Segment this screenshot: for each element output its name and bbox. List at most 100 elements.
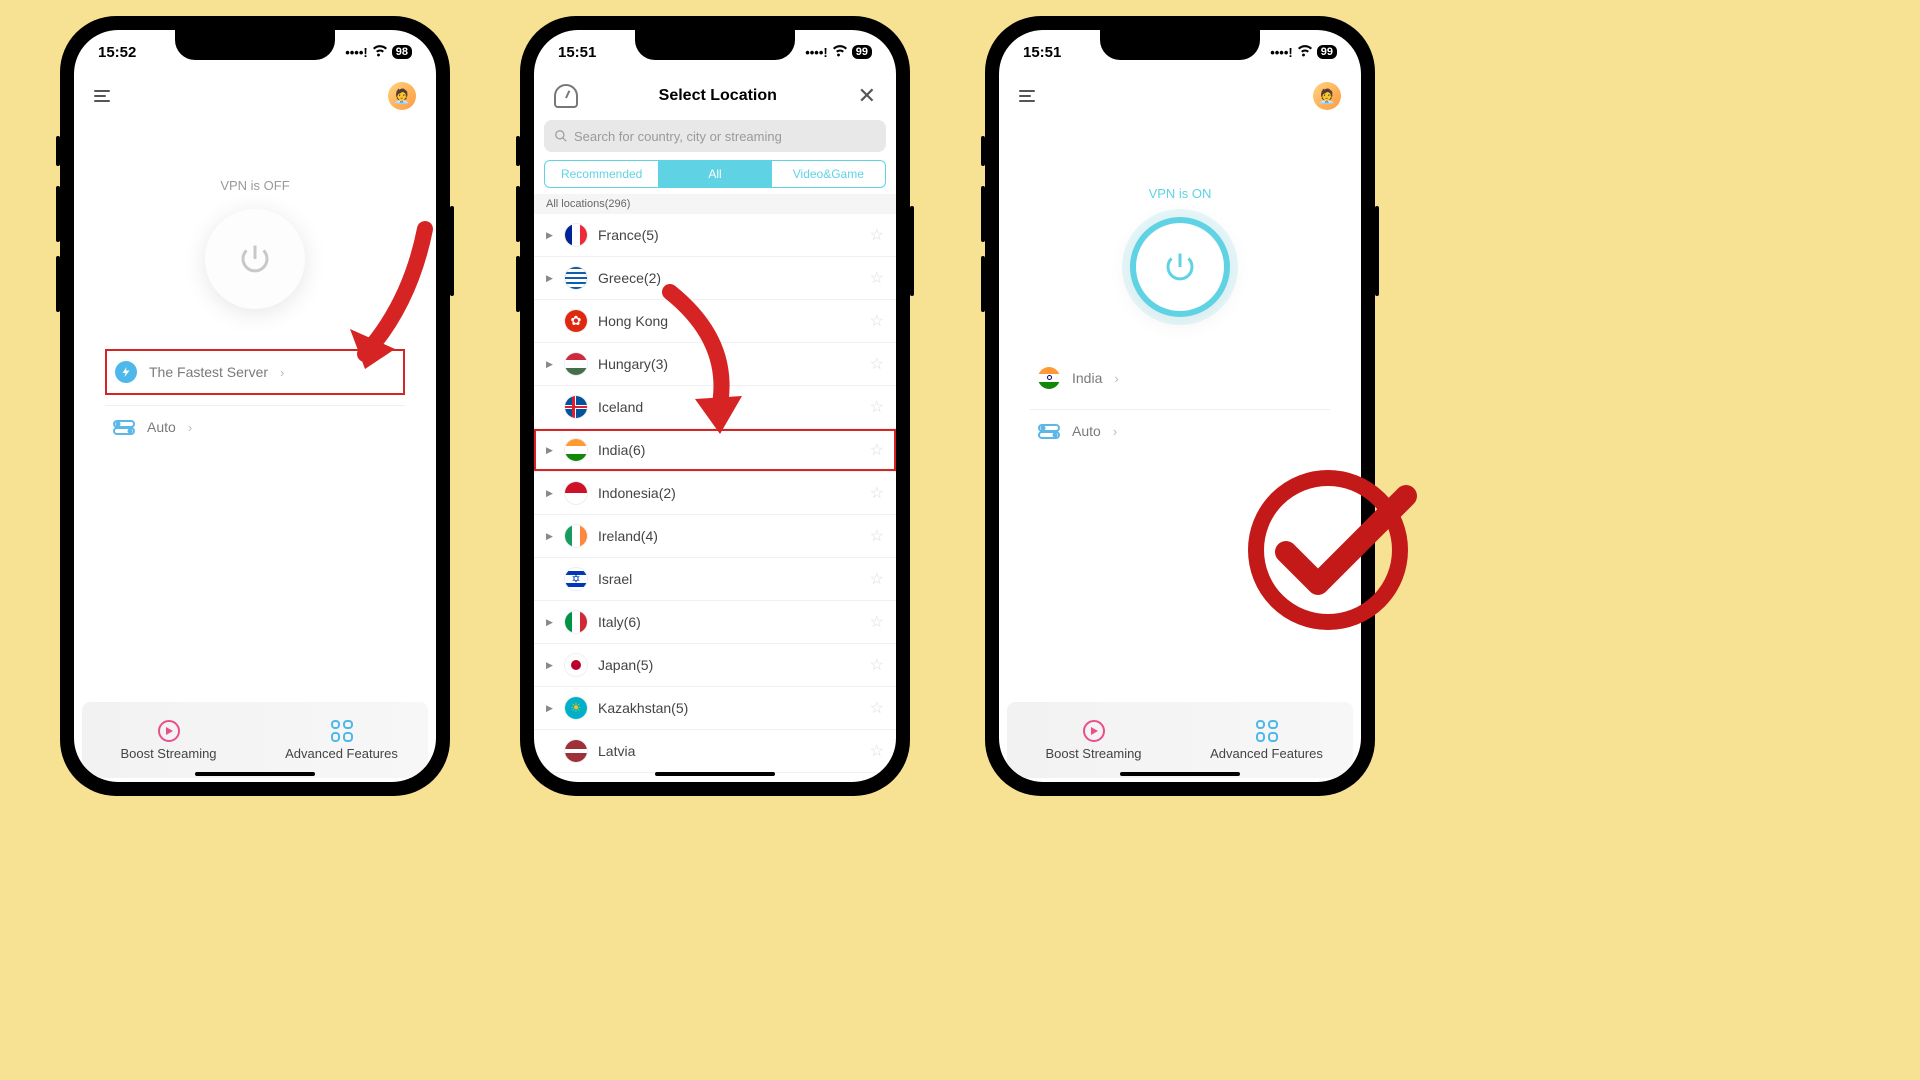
wifi-icon [832, 45, 848, 60]
vpn-status-label: VPN is ON [1149, 186, 1212, 201]
expand-caret-icon: ▶ [546, 445, 554, 456]
expand-caret-icon: ▶ [546, 660, 554, 671]
favorite-star-icon[interactable]: ☆ [870, 741, 884, 761]
favorite-star-icon[interactable]: ☆ [870, 225, 884, 245]
menu-icon[interactable] [1019, 90, 1035, 102]
advanced-features-button[interactable]: Advanced Features [255, 702, 428, 778]
server-label: India [1072, 370, 1102, 386]
server-label: The Fastest Server [149, 364, 268, 380]
favorite-star-icon[interactable]: ☆ [870, 483, 884, 503]
expand-caret-icon: ▶ [546, 703, 554, 714]
signal-icon: ••••! [345, 45, 368, 60]
location-name: India(6) [598, 442, 645, 458]
favorite-star-icon[interactable]: ☆ [870, 268, 884, 288]
location-row-latvia[interactable]: Latvia ☆ [534, 730, 896, 773]
page-title: Select Location [659, 87, 777, 105]
speed-test-icon[interactable] [554, 84, 578, 108]
favorite-star-icon[interactable]: ☆ [870, 354, 884, 374]
play-icon [1083, 720, 1105, 742]
home-indicator [195, 772, 315, 776]
power-button[interactable] [1130, 217, 1230, 317]
tab-all[interactable]: All [658, 161, 771, 187]
home-indicator [655, 772, 775, 776]
location-row-kazakhstan[interactable]: ▶☀Kazakhstan(5)☆ [534, 687, 896, 730]
vpn-status-label: VPN is OFF [220, 178, 289, 193]
auto-label: Auto [147, 419, 176, 435]
notch [635, 30, 795, 60]
app-header: 🧑‍💼 [74, 74, 436, 118]
favorite-star-icon[interactable]: ☆ [870, 440, 884, 460]
power-side-button [450, 206, 454, 296]
auto-row[interactable]: Auto › [105, 406, 405, 448]
status-icons: ••••! 98 [345, 45, 412, 60]
location-row-indonesia[interactable]: ▶Indonesia(2)☆ [534, 472, 896, 515]
favorite-star-icon[interactable]: ☆ [870, 655, 884, 675]
annotation-checkmark [1238, 460, 1418, 640]
location-row-italy[interactable]: ▶Italy(6)☆ [534, 601, 896, 644]
annotation-arrow-2 [640, 274, 760, 454]
chevron-right-icon: › [188, 420, 192, 435]
menu-icon[interactable] [94, 90, 110, 102]
expand-caret-icon: ▶ [546, 359, 554, 370]
favorite-star-icon[interactable]: ☆ [870, 612, 884, 632]
latvia-flag-icon [564, 739, 588, 763]
clock: 15:52 [98, 44, 136, 61]
boost-streaming-button[interactable]: Boost Streaming [1007, 702, 1180, 778]
favorite-star-icon[interactable]: ☆ [870, 526, 884, 546]
location-name: Latvia [598, 743, 635, 759]
screen-1: 15:52 ••••! 98 🧑‍💼 VPN is OFF The [74, 30, 436, 782]
power-icon [1162, 249, 1198, 285]
advanced-features-button[interactable]: Advanced Features [1180, 702, 1353, 778]
play-icon [158, 720, 180, 742]
hungary-flag-icon [564, 352, 588, 376]
location-row-ireland[interactable]: ▶Ireland(4)☆ [534, 515, 896, 558]
tab-video-game[interactable]: Video&Game [772, 161, 885, 187]
location-name: Japan(5) [598, 657, 653, 673]
app-header: Select Location ✕ [534, 74, 896, 118]
battery-badge: 98 [392, 45, 412, 59]
favorite-star-icon[interactable]: ☆ [870, 569, 884, 589]
favorite-star-icon[interactable]: ☆ [870, 397, 884, 417]
volume-down [56, 256, 60, 312]
auto-toggle-icon [113, 416, 135, 438]
status-icons: ••••! 99 [805, 45, 872, 60]
power-button[interactable] [205, 209, 305, 309]
power-side-button [910, 206, 914, 296]
avatar[interactable]: 🧑‍💼 [388, 82, 416, 110]
volume-down [516, 256, 520, 312]
search-input[interactable]: Search for country, city or streaming [544, 120, 886, 152]
italy-flag-icon [564, 610, 588, 634]
server-row[interactable]: India › [1030, 357, 1330, 399]
auto-row[interactable]: Auto › [1030, 410, 1330, 452]
boost-label: Boost Streaming [1045, 746, 1141, 761]
location-row-france[interactable]: ▶France(5)☆ [534, 214, 896, 257]
silent-switch [56, 136, 60, 166]
battery-badge: 99 [1317, 45, 1337, 59]
location-row-israel[interactable]: ✡Israel☆ [534, 558, 896, 601]
phone-frame-2: 15:51 ••••! 99 Select Location ✕ Search … [520, 16, 910, 796]
notch [175, 30, 335, 60]
boost-streaming-button[interactable]: Boost Streaming [82, 702, 255, 778]
clock: 15:51 [1023, 44, 1061, 61]
location-row-japan[interactable]: ▶ Japan(5) ☆ [534, 644, 896, 687]
home-indicator [1120, 772, 1240, 776]
signal-icon: ••••! [805, 45, 828, 60]
favorite-star-icon[interactable]: ☆ [870, 698, 884, 718]
auto-label: Auto [1072, 423, 1101, 439]
location-name: Indonesia(2) [598, 485, 676, 501]
status-icons: ••••! 99 [1270, 45, 1337, 60]
volume-up [516, 186, 520, 242]
ireland-flag-icon [564, 524, 588, 548]
location-name: Italy(6) [598, 614, 641, 630]
favorite-star-icon[interactable]: ☆ [870, 311, 884, 331]
india-flag-icon [1038, 367, 1060, 389]
advanced-label: Advanced Features [1210, 746, 1323, 761]
close-icon[interactable]: ✕ [858, 83, 876, 109]
advanced-label: Advanced Features [285, 746, 398, 761]
avatar[interactable]: 🧑‍💼 [1313, 82, 1341, 110]
tab-recommended[interactable]: Recommended [545, 161, 658, 187]
wifi-icon [1297, 45, 1313, 60]
volume-up [56, 186, 60, 242]
expand-caret-icon: ▶ [546, 230, 554, 241]
annotation-arrow-1 [330, 214, 450, 394]
